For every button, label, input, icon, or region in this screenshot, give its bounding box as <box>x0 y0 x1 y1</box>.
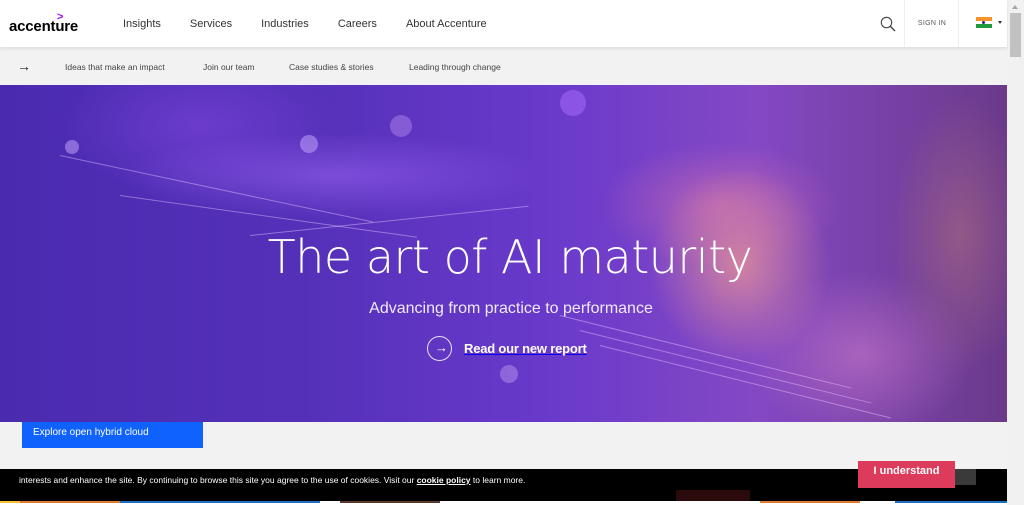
light-streak <box>599 345 892 419</box>
read-report-label: Read our new report <box>464 341 587 356</box>
cookie-text-end: to learn more. <box>470 475 526 485</box>
strip-segment <box>120 501 320 503</box>
bokeh-dot <box>500 365 518 383</box>
page-bottom-content <box>0 501 1007 505</box>
light-streak <box>559 315 852 389</box>
search-icon[interactable] <box>880 16 896 32</box>
nav-item-insights[interactable]: Insights <box>123 18 161 30</box>
button-shadow <box>955 469 976 485</box>
main-nav: Insights Services Industries Careers Abo… <box>123 0 516 47</box>
top-navigation: > accenture Insights Services Industries… <box>0 0 1007 47</box>
vertical-scrollbar[interactable] <box>1007 0 1024 505</box>
nav-item-about-accenture[interactable]: About Accenture <box>406 18 487 30</box>
cookie-banner: interests and enhance the site. By conti… <box>0 469 1007 501</box>
chevron-down-icon[interactable] <box>998 21 1002 24</box>
cookie-message: interests and enhance the site. By conti… <box>19 475 525 485</box>
divider <box>904 0 905 47</box>
explore-hybrid-cloud-button[interactable]: Explore open hybrid cloud <box>22 422 203 448</box>
strip-segment <box>340 501 440 503</box>
strip-segment <box>0 501 20 503</box>
arrow-right-icon[interactable]: → <box>17 58 31 74</box>
strip-segment <box>20 501 120 503</box>
hero-banner: The art of AI maturity Advancing from pr… <box>0 85 1007 422</box>
background-fragment <box>676 490 750 501</box>
light-streak <box>59 155 374 223</box>
nav-item-services[interactable]: Services <box>190 18 232 30</box>
bokeh-dot <box>300 135 318 153</box>
logo-text: accenture <box>9 18 79 35</box>
light-streak <box>579 330 872 404</box>
sign-in-button[interactable]: SIGN IN <box>906 0 958 47</box>
page: > accenture Insights Services Industries… <box>0 0 1024 505</box>
subnav-item-case-studies[interactable]: Case studies & stories <box>289 62 374 72</box>
scrollbar-thumb[interactable] <box>1010 13 1021 57</box>
bokeh-dot <box>65 140 79 154</box>
scroll-up-arrow-icon[interactable] <box>1012 5 1018 9</box>
nav-item-careers[interactable]: Careers <box>338 18 377 30</box>
strip-segment <box>760 501 860 503</box>
cookie-text: interests and enhance the site. By conti… <box>19 475 417 485</box>
nav-item-industries[interactable]: Industries <box>261 18 309 30</box>
subnav-item-leading-through-change[interactable]: Leading through change <box>409 62 501 72</box>
subnav-item-join-our-team[interactable]: Join our team <box>203 62 255 72</box>
circle-arrow-right-icon: → <box>427 336 452 361</box>
read-report-link[interactable]: → Read our new report <box>427 336 587 361</box>
divider <box>958 0 959 47</box>
accept-cookies-button[interactable]: I understand <box>858 461 955 488</box>
bokeh-dot <box>390 115 412 137</box>
arrow-glyph: → <box>435 340 448 355</box>
hero-title: The art of AI maturity <box>267 230 753 284</box>
hero-subtitle: Advancing from practice to performance <box>369 300 653 317</box>
bokeh-dot <box>560 90 586 116</box>
subnav-item-ideas[interactable]: Ideas that make an impact <box>65 62 165 72</box>
cookie-policy-link[interactable]: cookie policy <box>417 475 471 485</box>
india-flag-icon[interactable] <box>976 17 992 28</box>
secondary-navigation: → Ideas that make an impact Join our tea… <box>0 47 1007 85</box>
strip-segment <box>895 501 1007 503</box>
